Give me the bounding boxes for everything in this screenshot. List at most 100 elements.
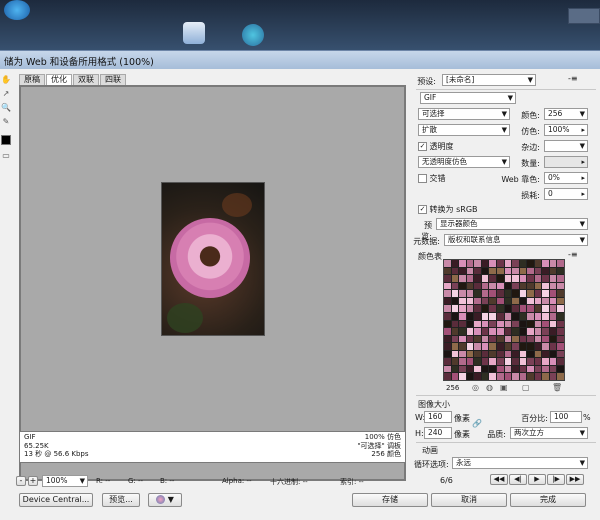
color-table-swatch[interactable] [542, 350, 549, 358]
color-table-swatch[interactable] [459, 267, 466, 275]
hand-tool-icon[interactable]: ✋ [1, 75, 11, 85]
windows-orb-icon[interactable] [4, 0, 30, 20]
color-table-swatch[interactable] [557, 267, 564, 275]
color-table-swatch[interactable] [534, 328, 542, 335]
color-table-swatch[interactable] [489, 335, 496, 343]
color-table-swatch[interactable] [542, 260, 549, 267]
color-table-swatch[interactable] [444, 305, 451, 312]
color-table-swatch[interactable] [512, 335, 519, 343]
color-table-swatch[interactable] [444, 267, 451, 275]
color-table-swatch[interactable] [504, 373, 512, 380]
transparency-checkbox[interactable]: ✓ [418, 142, 427, 151]
color-table-swatch[interactable] [527, 305, 534, 312]
color-table-swatch[interactable] [489, 282, 496, 290]
done-button[interactable]: 完成 [510, 493, 586, 507]
color-table-swatch[interactable] [474, 335, 481, 343]
color-table-swatch[interactable] [481, 320, 489, 328]
color-table-swatch[interactable] [481, 267, 489, 275]
color-table-swatch[interactable] [504, 290, 512, 297]
color-table-swatch[interactable] [444, 297, 451, 305]
color-table-swatch[interactable] [496, 335, 504, 343]
color-table-swatch[interactable] [504, 343, 512, 350]
new-color-icon[interactable]: ▢ [522, 383, 530, 392]
color-table-swatch[interactable] [527, 350, 534, 358]
color-table-swatch[interactable] [519, 297, 527, 305]
color-table-swatch[interactable] [466, 282, 474, 290]
color-table-swatch[interactable] [512, 373, 519, 380]
color-table-swatch[interactable] [542, 275, 549, 282]
color-table-swatch[interactable] [466, 350, 474, 358]
color-table-swatch[interactable] [519, 335, 527, 343]
tab-2-up[interactable]: 双联 [73, 74, 99, 85]
color-table-swatch[interactable] [481, 335, 489, 343]
color-table-swatch[interactable] [481, 297, 489, 305]
color-table-swatch[interactable] [527, 297, 534, 305]
color-table-swatch[interactable] [489, 297, 496, 305]
color-table-swatch[interactable] [549, 305, 557, 312]
color-table-swatch[interactable] [527, 373, 534, 380]
color-table-swatch[interactable] [519, 320, 527, 328]
color-table-swatch[interactable] [481, 282, 489, 290]
color-table-swatch[interactable] [496, 290, 504, 297]
metadata-select[interactable]: 版权和联系信息 ▼ [444, 234, 588, 246]
color-table-swatch[interactable] [496, 312, 504, 320]
color-table-swatch[interactable] [512, 305, 519, 312]
color-table-swatch[interactable] [466, 335, 474, 343]
color-table-swatch[interactable] [549, 282, 557, 290]
color-table-swatch[interactable] [489, 267, 496, 275]
color-table-swatch[interactable] [542, 282, 549, 290]
color-table-swatch[interactable] [512, 260, 519, 267]
color-table-swatch[interactable] [549, 275, 557, 282]
color-table-swatch[interactable] [444, 365, 451, 373]
desktop-app-icon[interactable] [183, 22, 205, 44]
color-table-swatch[interactable] [549, 343, 557, 350]
color-table-swatch[interactable] [474, 305, 481, 312]
color-table-swatch[interactable] [519, 328, 527, 335]
color-table-swatch[interactable] [504, 305, 512, 312]
color-table-grid[interactable] [443, 259, 565, 381]
color-table-swatch[interactable] [451, 282, 459, 290]
color-table-swatch[interactable] [512, 312, 519, 320]
dither-amount-field[interactable]: 100% ▸ [544, 124, 588, 136]
color-table-swatch[interactable] [459, 260, 466, 267]
color-table-swatch[interactable] [474, 290, 481, 297]
color-table-swatch[interactable] [451, 335, 459, 343]
color-table-swatch[interactable] [496, 305, 504, 312]
color-table-swatch[interactable] [527, 267, 534, 275]
color-table-swatch[interactable] [542, 290, 549, 297]
color-table-swatch[interactable] [489, 365, 496, 373]
color-table-swatch[interactable] [496, 260, 504, 267]
color-table-swatch[interactable] [504, 260, 512, 267]
convert-srgb-checkbox[interactable]: ✓ [418, 205, 427, 214]
color-table-swatch[interactable] [557, 328, 564, 335]
color-table-swatch[interactable] [481, 275, 489, 282]
color-table-swatch[interactable] [542, 267, 549, 275]
color-table-swatch[interactable] [459, 373, 466, 380]
color-table-swatch[interactable] [481, 305, 489, 312]
color-table-swatch[interactable] [451, 358, 459, 365]
color-table-swatch[interactable] [444, 312, 451, 320]
delete-color-icon[interactable]: 🗑 [552, 383, 562, 392]
color-table-swatch[interactable] [444, 373, 451, 380]
color-table-swatch[interactable] [474, 358, 481, 365]
color-table-swatch[interactable] [504, 335, 512, 343]
color-table-swatch[interactable] [481, 358, 489, 365]
tab-optimized[interactable]: 优化 [46, 74, 72, 85]
color-table-swatch[interactable] [481, 312, 489, 320]
color-table-swatch[interactable] [542, 320, 549, 328]
color-table-swatch[interactable] [474, 328, 481, 335]
color-table-swatch[interactable] [444, 275, 451, 282]
color-table-swatch[interactable] [527, 358, 534, 365]
color-table-swatch[interactable] [451, 290, 459, 297]
color-table-swatch[interactable] [504, 312, 512, 320]
color-table-swatch[interactable] [474, 312, 481, 320]
color-table-swatch[interactable] [489, 275, 496, 282]
eyedropper-color-swatch[interactable] [1, 135, 11, 145]
color-table-swatch[interactable] [459, 335, 466, 343]
color-table-swatch[interactable] [519, 312, 527, 320]
constrain-link-icon[interactable]: 🔗 [472, 419, 482, 428]
color-table-swatch[interactable] [466, 358, 474, 365]
color-table-swatch[interactable] [489, 290, 496, 297]
color-table-swatch[interactable] [489, 343, 496, 350]
color-table-swatch[interactable] [504, 297, 512, 305]
